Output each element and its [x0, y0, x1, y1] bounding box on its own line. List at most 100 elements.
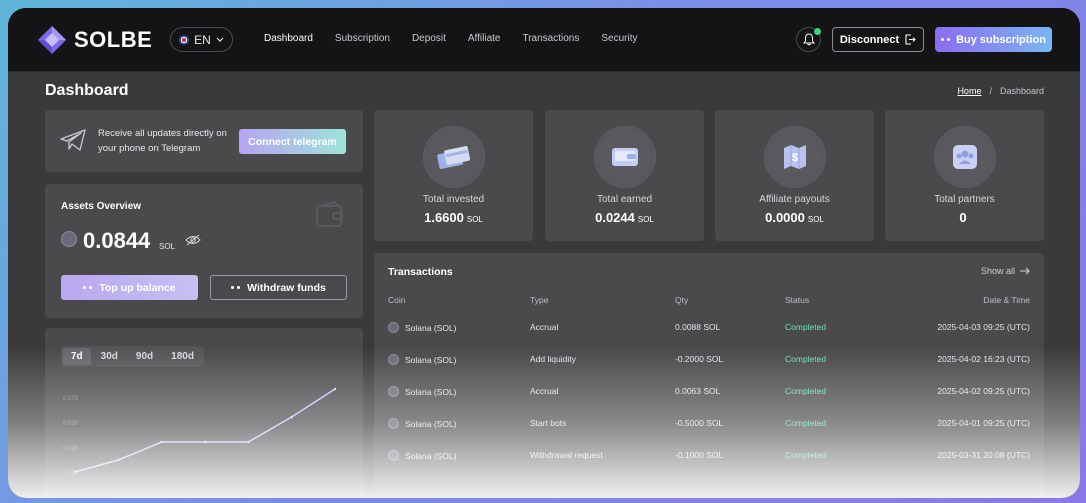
- solana-coin-icon: [388, 450, 399, 461]
- cell-qty: 0.0063 SOL: [675, 386, 721, 396]
- cell-coin: Solana (SOL): [388, 450, 457, 461]
- solana-coin-icon: [388, 354, 399, 365]
- balance-point: [117, 458, 120, 462]
- stat-total-earned: Total earned 0.0244 SOL: [545, 110, 704, 241]
- cell-coin: Solana (SOL): [388, 354, 457, 365]
- wallet-card-icon: [593, 126, 656, 188]
- balance-chart-card: 7d 30d 90d 180d 0.075 0.050 0.025 0.000: [45, 328, 363, 498]
- stat-total-partners: Total partners 0: [885, 110, 1044, 241]
- cell-coin: Solana (SOL): [388, 386, 457, 397]
- top-bar: SOLBE EN Dashboard Subscription Deposit …: [8, 8, 1080, 72]
- dollar-map-icon: $: [763, 126, 826, 188]
- language-selector[interactable]: EN: [170, 27, 233, 52]
- dots-icon: [83, 286, 93, 289]
- connect-telegram-button[interactable]: Connect telegram: [239, 129, 346, 154]
- table-row[interactable]: Solana (SOL) Accrual 0.0063 SOL Complete…: [388, 386, 1030, 400]
- nav-transactions[interactable]: Transactions: [522, 33, 579, 44]
- tab-90d[interactable]: 90d: [128, 348, 161, 365]
- transactions-title: Transactions: [388, 266, 453, 278]
- dots-icon: [231, 286, 241, 289]
- uk-flag-icon: [179, 34, 190, 45]
- breadcrumb: Home / Dashboard: [957, 86, 1044, 96]
- breadcrumb-home[interactable]: Home: [957, 86, 981, 96]
- tab-180d[interactable]: 180d: [163, 348, 202, 365]
- nav-dashboard[interactable]: Dashboard: [264, 33, 313, 44]
- buy-subscription-label: Buy subscription: [956, 33, 1046, 46]
- stat-value: 0: [959, 210, 967, 225]
- logo-diamond-icon: [38, 26, 66, 54]
- cell-status: Completed: [785, 386, 827, 396]
- y-tick-label: 0.050: [63, 421, 79, 427]
- main-nav: Dashboard Subscription Deposit Affiliate…: [264, 33, 659, 44]
- wallet-icon: [316, 201, 343, 227]
- table-row[interactable]: Solana (SOL) Withdrawal request -0.1000 …: [388, 450, 1030, 464]
- stat-label: Total partners: [934, 194, 995, 205]
- tab-30d[interactable]: 30d: [93, 348, 126, 365]
- balance-point: [203, 440, 207, 444]
- cell-qty: 0.0088 SOL: [675, 322, 721, 332]
- cell-type: Accrual: [530, 322, 559, 332]
- page-title: Dashboard: [45, 82, 129, 99]
- balance-line-chart: 0.0750.0500.0250.000: [63, 387, 337, 477]
- bell-icon: [802, 33, 815, 46]
- cell-date: 2025-04-03 09:25 (UTC): [937, 322, 1030, 332]
- table-row[interactable]: Solana (SOL) Accrual 0.0088 SOL Complete…: [388, 322, 1030, 336]
- cell-type: Start bots: [530, 418, 567, 428]
- top-up-balance-button[interactable]: Top up balance: [61, 275, 198, 300]
- balance-unit: SOL: [159, 242, 176, 251]
- app-window: SOLBE EN Dashboard Subscription Deposit …: [8, 8, 1080, 498]
- disconnect-button[interactable]: Disconnect: [832, 27, 924, 52]
- solana-coin-icon: [388, 386, 399, 397]
- breadcrumb-current: Dashboard: [999, 86, 1044, 96]
- y-tick-label: 0.075: [63, 396, 79, 402]
- cell-date: 2025-04-02 16:23 (UTC): [937, 354, 1030, 364]
- chevron-down-icon: [216, 37, 224, 42]
- cell-status: Completed: [785, 322, 827, 332]
- stat-value: 1.6600 SOL: [424, 210, 483, 225]
- show-all-link[interactable]: Show all: [981, 266, 1030, 276]
- nav-subscription[interactable]: Subscription: [335, 33, 390, 44]
- period-tabs: 7d 30d 90d 180d: [61, 346, 204, 367]
- stat-total-invested: Total invested 1.6600 SOL: [374, 110, 533, 241]
- solana-coin-icon: [388, 322, 399, 333]
- column-header-status: Status: [785, 295, 810, 305]
- telegram-plane-icon: [60, 129, 86, 151]
- solana-coin-icon: [388, 418, 399, 429]
- transactions-card: Transactions Show all Coin Type Qty Stat…: [374, 253, 1044, 498]
- cell-date: 2025-03-31 20:08 (UTC): [937, 450, 1030, 460]
- buy-subscription-button[interactable]: Buy subscription: [935, 27, 1052, 52]
- hide-balance-icon[interactable]: [185, 234, 201, 246]
- cell-status: Completed: [785, 450, 827, 460]
- nav-security[interactable]: Security: [601, 33, 637, 44]
- breadcrumb-separator: /: [989, 86, 992, 96]
- language-label: EN: [194, 32, 211, 47]
- balance-point: [290, 415, 293, 419]
- assets-title: Assets Overview: [61, 201, 142, 212]
- table-row[interactable]: Solana (SOL) Add liquidity -0.2000 SOL C…: [388, 354, 1030, 368]
- column-header-qty: Qty: [675, 295, 689, 305]
- telegram-text: Receive all updates directly on your pho…: [98, 128, 227, 154]
- table-row[interactable]: Solana (SOL) Start bots -0.5000 SOL Comp…: [388, 418, 1030, 432]
- stat-label: Total earned: [596, 194, 653, 205]
- users-icon: [933, 126, 996, 188]
- dots-icon: [941, 38, 951, 41]
- stat-affiliate-payouts: $ Affiliate payouts 0.0000 SOL: [715, 110, 874, 241]
- y-tick-label: 0.025: [63, 446, 79, 452]
- cell-type: Add liquidity: [530, 354, 576, 364]
- cell-date: 2025-04-02 09:25 (UTC): [937, 386, 1030, 396]
- tab-7d[interactable]: 7d: [63, 348, 91, 365]
- cell-coin: Solana (SOL): [388, 418, 457, 429]
- stat-value: 0.0000 SOL: [765, 210, 824, 225]
- nav-affiliate[interactable]: Affiliate: [468, 33, 501, 44]
- notifications-button[interactable]: [796, 27, 821, 52]
- main-content: Dashboard Home / Dashboard Receive all u…: [8, 72, 1080, 498]
- notification-dot: [814, 28, 821, 35]
- stat-label: Total invested: [422, 194, 485, 205]
- column-header-coin: Coin: [388, 295, 406, 305]
- withdraw-funds-button[interactable]: Withdraw funds: [210, 275, 347, 300]
- top-up-label: Top up balance: [99, 281, 176, 294]
- cell-status: Completed: [785, 354, 827, 364]
- nav-deposit[interactable]: Deposit: [412, 33, 446, 44]
- telegram-card: Receive all updates directly on your pho…: [45, 110, 363, 172]
- brand-logo[interactable]: SOLBE: [36, 24, 152, 56]
